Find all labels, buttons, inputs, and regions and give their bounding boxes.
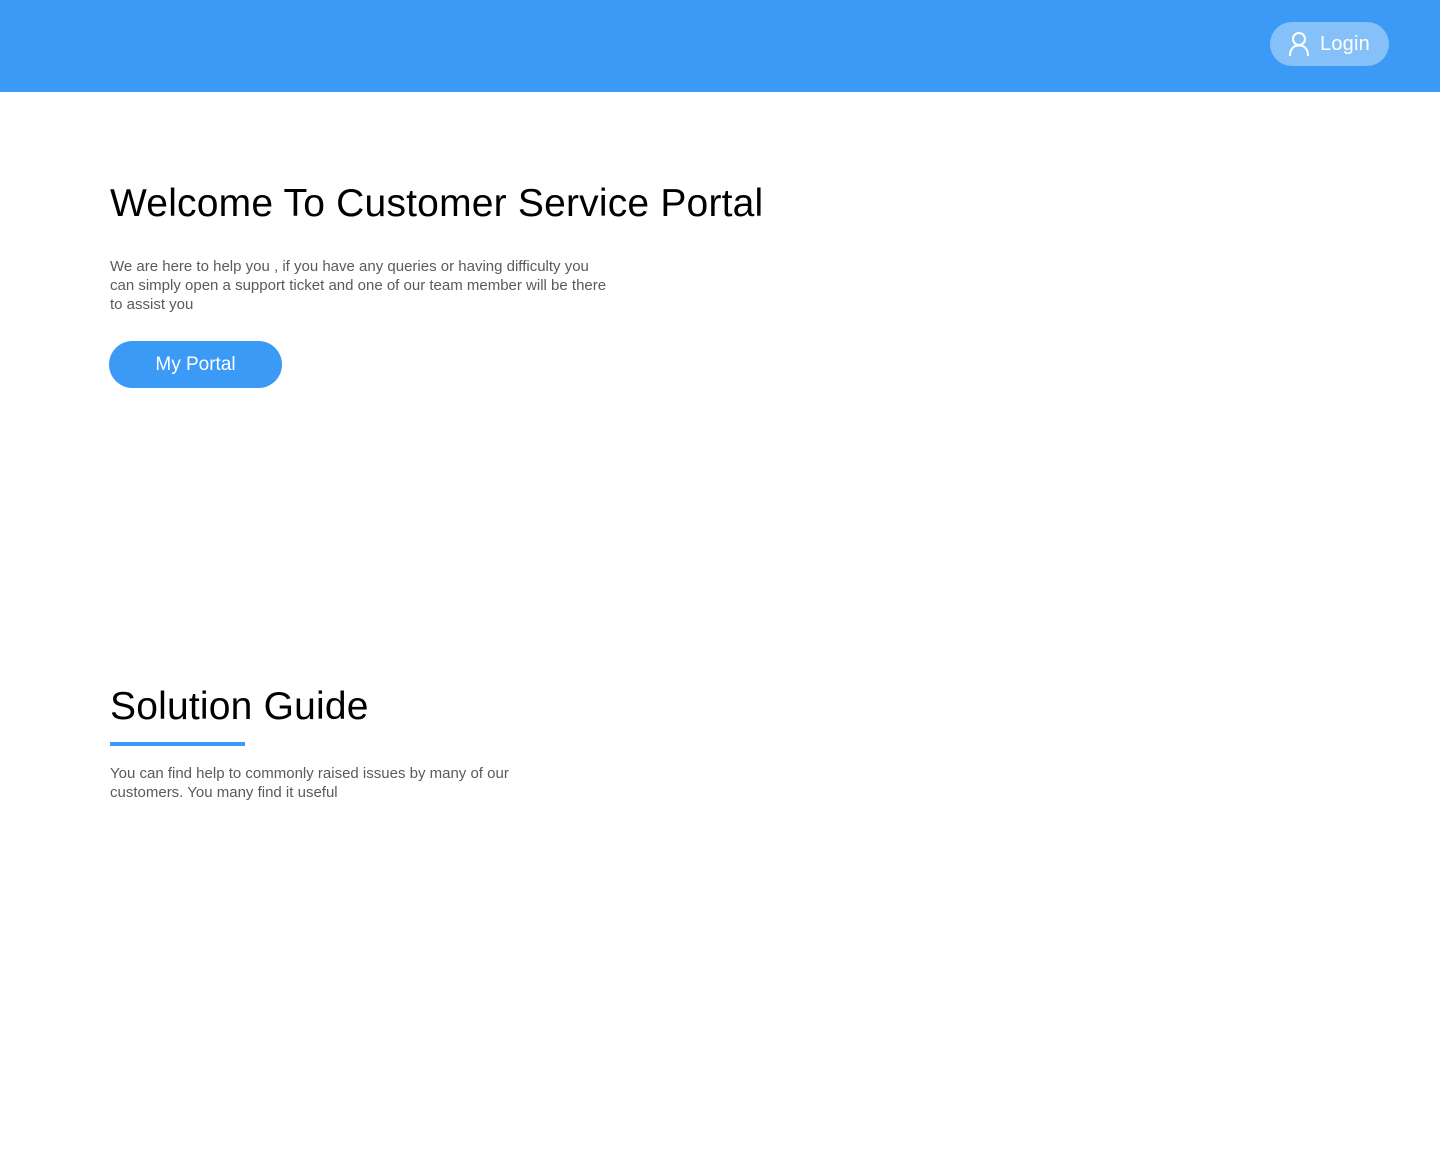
user-icon — [1288, 31, 1310, 57]
top-navigation-bar: Login — [0, 0, 1440, 92]
solution-guide-title: Solution Guide — [110, 685, 369, 728]
login-button[interactable]: Login — [1270, 22, 1389, 66]
page-title: Welcome To Customer Service Portal — [110, 182, 764, 225]
my-portal-button[interactable]: My Portal — [109, 341, 282, 388]
hero-description: We are here to help you , if you have an… — [110, 258, 607, 313]
solution-guide-underline — [110, 742, 245, 746]
login-label: Login — [1320, 32, 1370, 55]
solution-guide-description: You can find help to commonly raised iss… — [110, 765, 509, 801]
